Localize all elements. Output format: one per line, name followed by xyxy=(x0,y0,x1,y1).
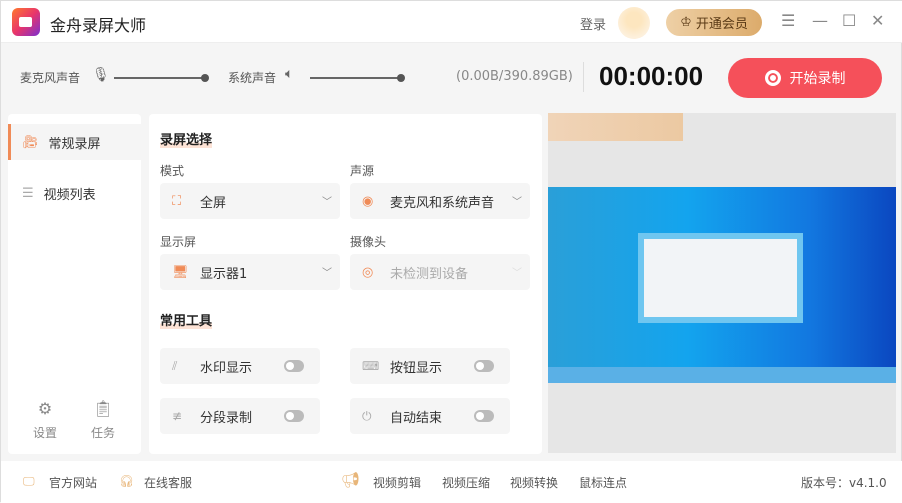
divider xyxy=(583,62,584,92)
link-video-edit[interactable]: 视频剪辑 xyxy=(373,474,421,491)
chevron-down-icon: ﹀ xyxy=(322,268,332,279)
screen-preview xyxy=(548,113,896,453)
bottom-bar: 🖵 官方网站 🎧︎ 在线客服 📢︎ 视频剪辑 视频压缩 视频转换 鼠标连点 版本… xyxy=(1,461,902,503)
nav-label: 视频列表 xyxy=(43,187,96,203)
chevron-down-icon: ﹀ xyxy=(512,268,522,279)
list-icon: ☰ xyxy=(22,185,34,201)
mode-value: 全屏 xyxy=(200,195,227,211)
tool-label: 分段录制 xyxy=(200,410,253,426)
camera-select[interactable]: ◎ 未检测到设备 ﹀ xyxy=(350,254,530,290)
support-link[interactable]: 在线客服 xyxy=(144,474,192,491)
tool-label: 自动结束 xyxy=(390,410,443,426)
tool-auto-stop[interactable]: ⏻ 自动结束 xyxy=(350,398,510,434)
website-icon: 🖵 xyxy=(23,474,35,488)
settings-button[interactable]: ⚙ 设置 xyxy=(25,399,65,441)
monitor-icon: 🖥︎ xyxy=(172,264,189,280)
section-title-record-select: 录屏选择 xyxy=(160,129,213,148)
toolbar: 麦克风声音 🎙︎ 系统声音 🔈︎ (0.00B/390.89GB) 00:00:… xyxy=(1,44,902,112)
display-label: 显示屏 xyxy=(160,235,197,249)
audio-icon: ◉ xyxy=(362,193,374,209)
headset-icon: 🎧︎ xyxy=(119,474,135,488)
fullscreen-icon: ⛶ xyxy=(172,193,182,209)
version-info: 版本号：v4.1.0 xyxy=(801,476,887,490)
mode-label: 模式 xyxy=(160,164,185,178)
system-volume-slider[interactable] xyxy=(310,74,405,82)
start-record-button[interactable]: 开始录制 xyxy=(728,58,882,98)
megaphone-icon: 📢︎ xyxy=(341,471,361,489)
tasks-label: 任务 xyxy=(90,426,115,440)
audio-source-value: 麦克风和系统声音 xyxy=(390,195,495,211)
camera-value: 未检测到设备 xyxy=(390,266,469,282)
app-title: 金舟录屏大师 xyxy=(50,16,147,35)
minimize-icon[interactable]: — xyxy=(812,11,828,30)
display-value: 显示器1 xyxy=(200,266,248,282)
preview-block xyxy=(638,233,803,323)
preview-block xyxy=(548,367,896,383)
record-timer: 00:00:00 xyxy=(599,61,704,91)
website-link[interactable]: 官方网站 xyxy=(49,474,97,491)
chevron-down-icon: ﹀ xyxy=(322,197,332,208)
record-label: 开始录制 xyxy=(789,71,846,87)
auto-stop-toggle[interactable] xyxy=(474,410,494,422)
webcam-icon: ◎ xyxy=(362,264,374,280)
preview-block xyxy=(548,113,683,141)
audio-source-label: 声源 xyxy=(350,164,375,178)
gear-icon: ⚙ xyxy=(37,399,53,418)
settings-label: 设置 xyxy=(32,426,57,440)
audio-source-select[interactable]: ◉ 麦克风和系统声音 ﹀ xyxy=(350,183,530,219)
login-link[interactable]: 登录 xyxy=(580,14,606,33)
tasks-button[interactable]: 📋︎ 任务 xyxy=(83,399,123,441)
sidebar: 🎥︎ 常规录屏 ☰ 视频列表 ⚙ 设置 📋︎ 任务 xyxy=(8,114,141,454)
power-icon: ⏻ xyxy=(362,408,372,423)
nav-label: 常规录屏 xyxy=(48,136,101,152)
segment-icon: ≢ xyxy=(172,409,183,423)
chevron-down-icon: ﹀ xyxy=(512,197,522,208)
avatar[interactable] xyxy=(618,7,650,39)
tool-segment-record[interactable]: ≢ 分段录制 xyxy=(160,398,320,434)
sidebar-item-video-list[interactable]: ☰ 视频列表 xyxy=(8,175,141,211)
app-logo xyxy=(12,8,40,36)
clipboard-icon: 📋︎ xyxy=(92,399,114,418)
section-title-tools: 常用工具 xyxy=(160,310,213,329)
close-icon[interactable]: ✕ xyxy=(871,11,884,30)
mic-volume-slider[interactable] xyxy=(114,74,209,82)
speaker-icon[interactable]: 🔈︎ xyxy=(285,66,293,82)
camera-label: 摄像头 xyxy=(350,235,387,249)
vip-button[interactable]: ♔ 开通会员 xyxy=(666,9,762,36)
camera-icon: 🎥︎ xyxy=(22,134,39,150)
storage-info: (0.00B/390.89GB) xyxy=(456,69,573,84)
link-video-compress[interactable]: 视频压缩 xyxy=(442,474,490,491)
link-auto-clicker[interactable]: 鼠标连点 xyxy=(579,474,627,491)
main-panel: 录屏选择 模式 声源 ⛶ 全屏 ﹀ ◉ 麦克风和系统声音 ﹀ 显示屏 摄像头 🖥︎ 显示器… xyxy=(149,114,542,454)
link-video-convert[interactable]: 视频转换 xyxy=(510,474,558,491)
sidebar-item-regular-record[interactable]: 🎥︎ 常规录屏 xyxy=(8,124,141,160)
mic-label: 麦克风声音 xyxy=(20,71,81,85)
key-display-toggle[interactable] xyxy=(474,360,494,372)
system-sound-label: 系统声音 xyxy=(228,71,277,85)
tool-label: 按钮显示 xyxy=(390,360,443,376)
crown-icon: ♔ xyxy=(680,15,692,30)
watermark-icon: ⫽ xyxy=(172,358,178,373)
maximize-icon[interactable]: ☐ xyxy=(842,11,856,30)
microphone-icon[interactable]: 🎙︎ xyxy=(92,67,110,83)
vip-label: 开通会员 xyxy=(695,17,748,32)
tool-label: 水印显示 xyxy=(200,360,253,376)
watermark-toggle[interactable] xyxy=(284,360,304,372)
record-icon xyxy=(764,70,781,86)
tool-key-display[interactable]: ⌨ 按钮显示 xyxy=(350,348,510,384)
menu-icon[interactable]: ☰ xyxy=(781,11,795,30)
keyboard-icon: ⌨ xyxy=(362,359,380,373)
tool-watermark[interactable]: ⫽ 水印显示 xyxy=(160,348,320,384)
title-bar: 金舟录屏大师 登录 ♔ 开通会员 ☰ — ☐ ✕ xyxy=(1,1,902,43)
mode-select[interactable]: ⛶ 全屏 ﹀ xyxy=(160,183,340,219)
segment-toggle[interactable] xyxy=(284,410,304,422)
display-select[interactable]: 🖥︎ 显示器1 ﹀ xyxy=(160,254,340,290)
